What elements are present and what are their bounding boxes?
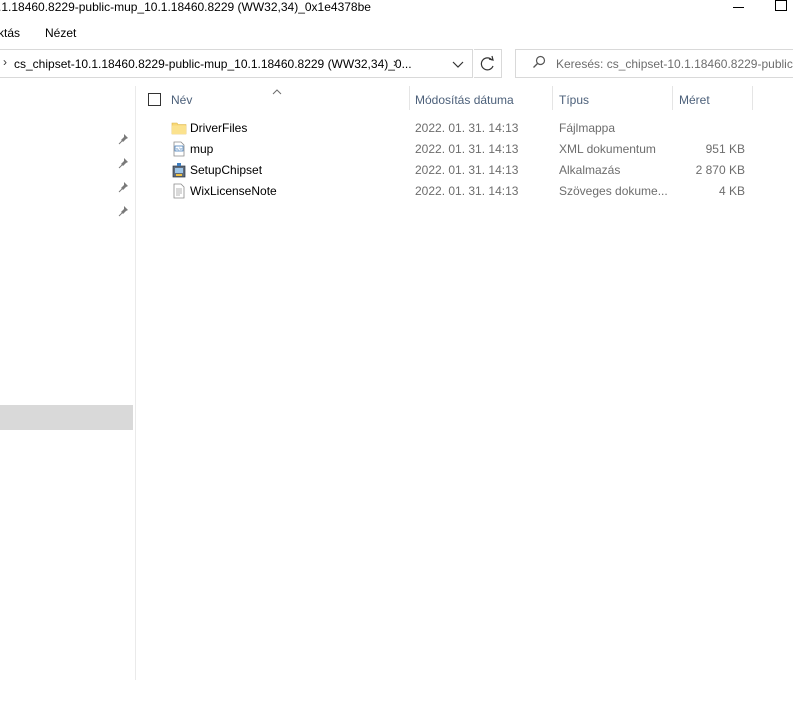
minimize-button[interactable]: [732, 0, 746, 14]
file-size: 951 KB: [705, 142, 745, 156]
file-date: 2022. 01. 31. 14:13: [415, 163, 519, 177]
column-header-date[interactable]: Módosítás dátuma: [415, 93, 514, 107]
nav-pane-selected-item[interactable]: [0, 405, 133, 430]
ribbon-tab-view[interactable]: Nézet: [45, 26, 76, 40]
nav-pane-divider[interactable]: [135, 86, 136, 680]
file-type: Szöveges dokume...: [559, 184, 668, 198]
file-date: 2022. 01. 31. 14:13: [415, 184, 519, 198]
address-path[interactable]: cs_chipset-10.1.18460.8229-public-mup_10…: [14, 57, 412, 71]
pin-icon[interactable]: [118, 205, 130, 217]
column-divider[interactable]: [552, 86, 553, 110]
file-type: XML dokumentum: [559, 142, 656, 156]
file-date: 2022. 01. 31. 14:13: [415, 142, 519, 156]
column-header-type[interactable]: Típus: [559, 93, 589, 107]
pin-icon[interactable]: [118, 133, 130, 145]
refresh-icon: [480, 55, 494, 71]
column-divider[interactable]: [672, 86, 673, 110]
column-divider[interactable]: [409, 86, 410, 110]
window-title: .1.18460.8229-public-mup_10.1.18460.8229…: [0, 0, 371, 14]
breadcrumb-expand-icon[interactable]: ›: [393, 55, 397, 70]
search-placeholder: Keresés: cs_chipset-10.1.18460.8229-publ…: [556, 57, 793, 71]
folder-icon: [171, 120, 187, 136]
column-divider[interactable]: [752, 86, 753, 110]
file-size: 2 870 KB: [695, 163, 745, 177]
text-file-icon: [171, 183, 187, 199]
file-row[interactable]: SetupChipset 2022. 01. 31. 14:13 Alkalma…: [163, 160, 753, 181]
file-name[interactable]: mup: [190, 142, 213, 156]
pin-icon[interactable]: [118, 181, 130, 193]
refresh-button[interactable]: [474, 49, 502, 78]
file-row[interactable]: </> mup 2022. 01. 31. 14:13 XML dokument…: [163, 139, 753, 160]
file-row[interactable]: DriverFiles 2022. 01. 31. 14:13 Fájlmapp…: [163, 118, 753, 139]
file-name[interactable]: WixLicenseNote: [190, 184, 277, 198]
sort-ascending-icon: [272, 84, 282, 95]
xml-file-icon: </>: [171, 141, 187, 157]
file-name[interactable]: DriverFiles: [190, 121, 247, 135]
address-history-dropdown-icon[interactable]: [450, 56, 466, 72]
installer-icon: [171, 162, 187, 178]
file-date: 2022. 01. 31. 14:13: [415, 121, 519, 135]
column-header-name[interactable]: Név: [171, 93, 192, 107]
breadcrumb-chevron-icon[interactable]: ›: [3, 55, 7, 69]
file-type: Alkalmazás: [559, 163, 621, 177]
pin-icon[interactable]: [118, 157, 130, 169]
svg-text:</>: </>: [175, 147, 182, 151]
file-type: Fájlmappa: [559, 121, 616, 135]
column-header-size[interactable]: Méret: [679, 93, 710, 107]
file-name[interactable]: SetupChipset: [190, 163, 262, 177]
search-icon: [531, 54, 547, 70]
select-all-checkbox[interactable]: [148, 93, 161, 106]
file-row[interactable]: WixLicenseNote 2022. 01. 31. 14:13 Szöve…: [163, 181, 753, 202]
maximize-button[interactable]: [775, 0, 787, 11]
ribbon-tab-share[interactable]: ktás: [0, 26, 20, 40]
file-size: 4 KB: [718, 184, 745, 198]
